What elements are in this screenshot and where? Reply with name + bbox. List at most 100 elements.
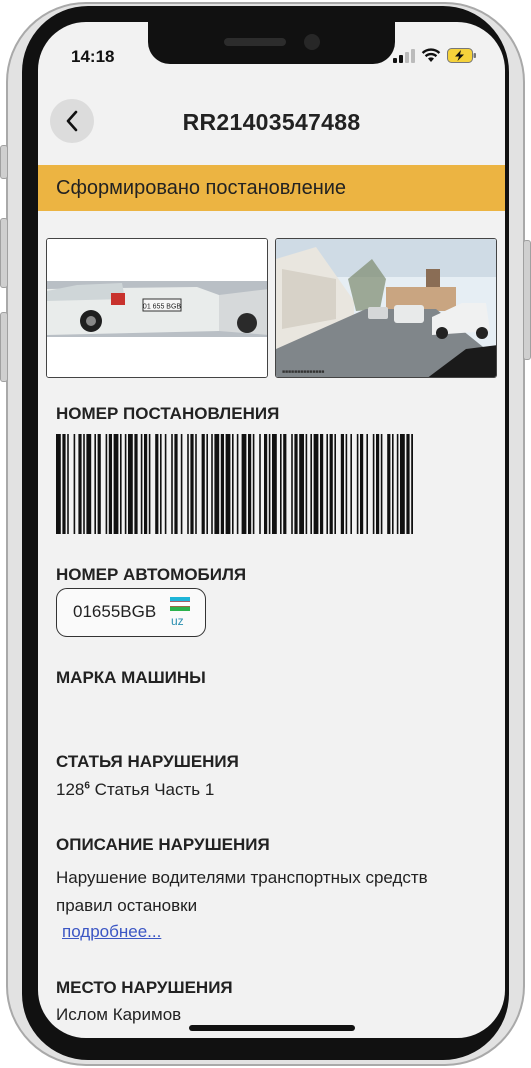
svg-text:01 655 BGB: 01 655 BGB bbox=[143, 304, 181, 311]
violation-article-value: 1286 Статья Часть 1 bbox=[56, 780, 214, 800]
barcode-bar bbox=[78, 434, 82, 534]
license-plate-number: 01655BGB bbox=[73, 602, 157, 621]
barcode-bar bbox=[259, 434, 261, 534]
barcode-bar bbox=[334, 434, 336, 534]
phone-body: 14:18 RR21403547488 Сформировано постано… bbox=[6, 2, 525, 1066]
barcode-bar bbox=[174, 434, 178, 534]
barcode-bar bbox=[201, 434, 205, 534]
barcode-bar bbox=[280, 434, 282, 534]
barcode-bar bbox=[105, 434, 108, 534]
violation-place-value: Ислом Каримов bbox=[56, 1005, 182, 1024]
barcode-bar bbox=[140, 434, 143, 534]
barcode-bar bbox=[305, 434, 308, 534]
barcode-bar bbox=[248, 434, 252, 534]
violation-article-label: СТАТЬЯ НАРУШЕНИЯ bbox=[56, 752, 239, 771]
article-superscript: 6 bbox=[84, 780, 90, 792]
barcode-bar bbox=[160, 434, 162, 534]
barcode-bar bbox=[86, 434, 92, 534]
barcode-bar bbox=[272, 434, 277, 534]
barcode-bar bbox=[120, 434, 122, 534]
barcode-bar bbox=[73, 434, 76, 534]
barcode-bar bbox=[97, 434, 101, 534]
barcode-bar bbox=[67, 434, 69, 534]
barcode-bar bbox=[387, 434, 391, 534]
violation-description-label: ОПИСАНИЕ НАРУШЕНИЯ bbox=[56, 835, 270, 854]
status-time: 14:18 bbox=[71, 47, 115, 66]
violation-photo-street-view[interactable]: ■■■■■■■■■■■■■■ bbox=[275, 238, 497, 378]
barcode-bar bbox=[94, 434, 96, 534]
barcode-bar bbox=[62, 434, 66, 534]
barcode-bar bbox=[366, 434, 368, 534]
barcode-bar bbox=[291, 434, 293, 534]
car-rear-image: 01 655 BGB bbox=[47, 239, 267, 377]
barcode-bar bbox=[211, 434, 213, 534]
barcode-bar bbox=[406, 434, 410, 534]
barcode-bar bbox=[56, 434, 61, 534]
barcode-bar bbox=[294, 434, 298, 534]
barcode-bar bbox=[411, 434, 413, 534]
barcode-bar bbox=[345, 434, 348, 534]
status-banner-text: Сформировано постановление bbox=[56, 177, 347, 199]
barcode-bar bbox=[134, 434, 138, 534]
wifi-icon bbox=[421, 48, 441, 62]
more-details-link[interactable]: подробнее... bbox=[62, 922, 161, 942]
barcode-bar bbox=[264, 434, 268, 534]
speaker bbox=[224, 38, 286, 46]
barcode-bar bbox=[155, 434, 159, 534]
violation-photo-plate-closeup[interactable]: 01 655 BGB bbox=[46, 238, 268, 378]
street-view-image: ■■■■■■■■■■■■■■ bbox=[276, 239, 496, 377]
barcode-bar bbox=[392, 434, 394, 534]
violation-description-line2: правил остановки bbox=[56, 896, 198, 915]
license-plate: 01655BGB uz bbox=[56, 588, 206, 637]
violation-place-label: МЕСТО НАРУШЕНИЯ bbox=[56, 978, 233, 997]
barcode-bar bbox=[225, 434, 231, 534]
barcode-bar bbox=[310, 434, 312, 534]
barcode-bar bbox=[214, 434, 220, 534]
barcode-bar bbox=[400, 434, 405, 534]
uzbekistan-flag-icon bbox=[170, 597, 190, 611]
barcode-bar bbox=[206, 434, 208, 534]
barcode-bar bbox=[83, 434, 85, 534]
home-indicator[interactable] bbox=[189, 1025, 355, 1031]
barcode-bar bbox=[268, 434, 271, 534]
svg-text:■■■■■■■■■■■■■■: ■■■■■■■■■■■■■■ bbox=[282, 369, 324, 375]
barcode-bar bbox=[164, 434, 167, 534]
barcode-bar bbox=[360, 434, 364, 534]
barcode-bar bbox=[396, 434, 399, 534]
barcode-bar bbox=[241, 434, 247, 534]
article-text: Статья Часть 1 bbox=[94, 780, 215, 799]
barcode-bar bbox=[320, 434, 324, 534]
barcode-bar bbox=[128, 434, 133, 534]
barcode-bar bbox=[124, 434, 127, 534]
status-icons bbox=[393, 48, 477, 63]
front-camera bbox=[304, 34, 320, 50]
barcode-bar bbox=[180, 434, 183, 534]
barcode-bar bbox=[356, 434, 359, 534]
barcode-bar bbox=[372, 434, 375, 534]
barcode-bar bbox=[236, 434, 239, 534]
barcode-bar bbox=[252, 434, 255, 534]
barcode-bar bbox=[326, 434, 328, 534]
phone-bezel: 14:18 RR21403547488 Сформировано постано… bbox=[22, 6, 509, 1060]
barcode-bar bbox=[187, 434, 189, 534]
barcode-bar bbox=[144, 434, 148, 534]
barcode-bar bbox=[313, 434, 319, 534]
vehicle-number-label: НОМЕР АВТОМОБИЛЯ bbox=[56, 565, 247, 584]
article-number: 128 bbox=[56, 780, 85, 799]
barcode-bar bbox=[220, 434, 224, 534]
barcode-bar bbox=[283, 434, 287, 534]
battery-charging-icon bbox=[447, 48, 476, 63]
country-code: uz bbox=[171, 614, 184, 628]
barcode-bar bbox=[299, 434, 304, 534]
barcode-bar bbox=[108, 434, 112, 534]
page-title: RR21403547488 bbox=[182, 109, 361, 135]
barcode-bar bbox=[232, 434, 234, 534]
barcode-bar bbox=[171, 434, 173, 534]
barcode-bar bbox=[376, 434, 380, 534]
barcode-bar bbox=[113, 434, 119, 534]
violation-description-line1: Нарушение водителями транспортных средст… bbox=[56, 868, 428, 887]
status-banner: Сформировано постановление bbox=[38, 165, 505, 211]
barcode-bar bbox=[340, 434, 344, 534]
barcode-bar bbox=[380, 434, 383, 534]
signal-icon bbox=[393, 48, 415, 63]
